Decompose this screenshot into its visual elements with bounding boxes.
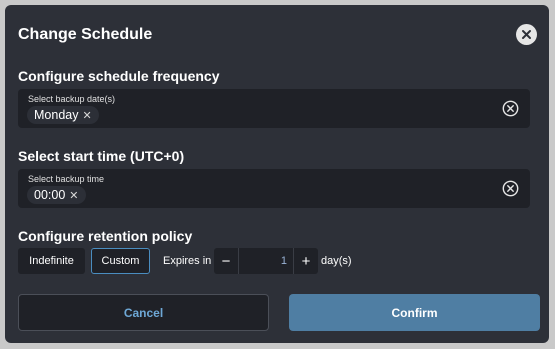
days-unit-label: day(s) xyxy=(321,255,352,267)
frequency-heading: Configure schedule frequency xyxy=(18,68,220,84)
backup-time-label: Select backup time xyxy=(28,174,105,184)
backup-time-field[interactable]: Select backup time 00:00 ✕ xyxy=(18,169,530,208)
chip-remove-icon[interactable]: ✕ xyxy=(82,109,91,122)
chip-remove-icon[interactable]: ✕ xyxy=(69,189,78,202)
backup-dates-label: Select backup date(s) xyxy=(28,94,116,104)
days-stepper: − 1 + xyxy=(214,248,318,274)
chip-label: 00:00 xyxy=(34,188,66,202)
close-button[interactable] xyxy=(516,24,537,45)
expires-in-label: Expires in xyxy=(163,255,212,267)
circle-x-icon[interactable] xyxy=(502,180,519,197)
chip-monday: Monday ✕ xyxy=(27,106,99,124)
close-icon xyxy=(522,30,531,39)
decrement-button[interactable]: − xyxy=(214,248,239,274)
circle-x-icon[interactable] xyxy=(502,100,519,117)
retention-heading: Configure retention policy xyxy=(18,228,193,244)
chip-label: Monday xyxy=(34,108,79,122)
increment-button[interactable]: + xyxy=(293,248,318,274)
custom-option[interactable]: Custom xyxy=(91,248,150,274)
chip-time: 00:00 ✕ xyxy=(27,186,86,204)
start-time-heading: Select start time (UTC+0) xyxy=(18,148,185,164)
change-schedule-dialog: Change Schedule Configure schedule frequ… xyxy=(5,5,549,343)
indefinite-option[interactable]: Indefinite xyxy=(18,248,85,274)
backup-dates-field[interactable]: Select backup date(s) Monday ✕ xyxy=(18,89,530,128)
cancel-button[interactable]: Cancel xyxy=(18,294,269,331)
confirm-button[interactable]: Confirm xyxy=(289,294,540,331)
days-input[interactable]: 1 xyxy=(239,248,291,274)
dialog-title: Change Schedule xyxy=(18,26,153,43)
